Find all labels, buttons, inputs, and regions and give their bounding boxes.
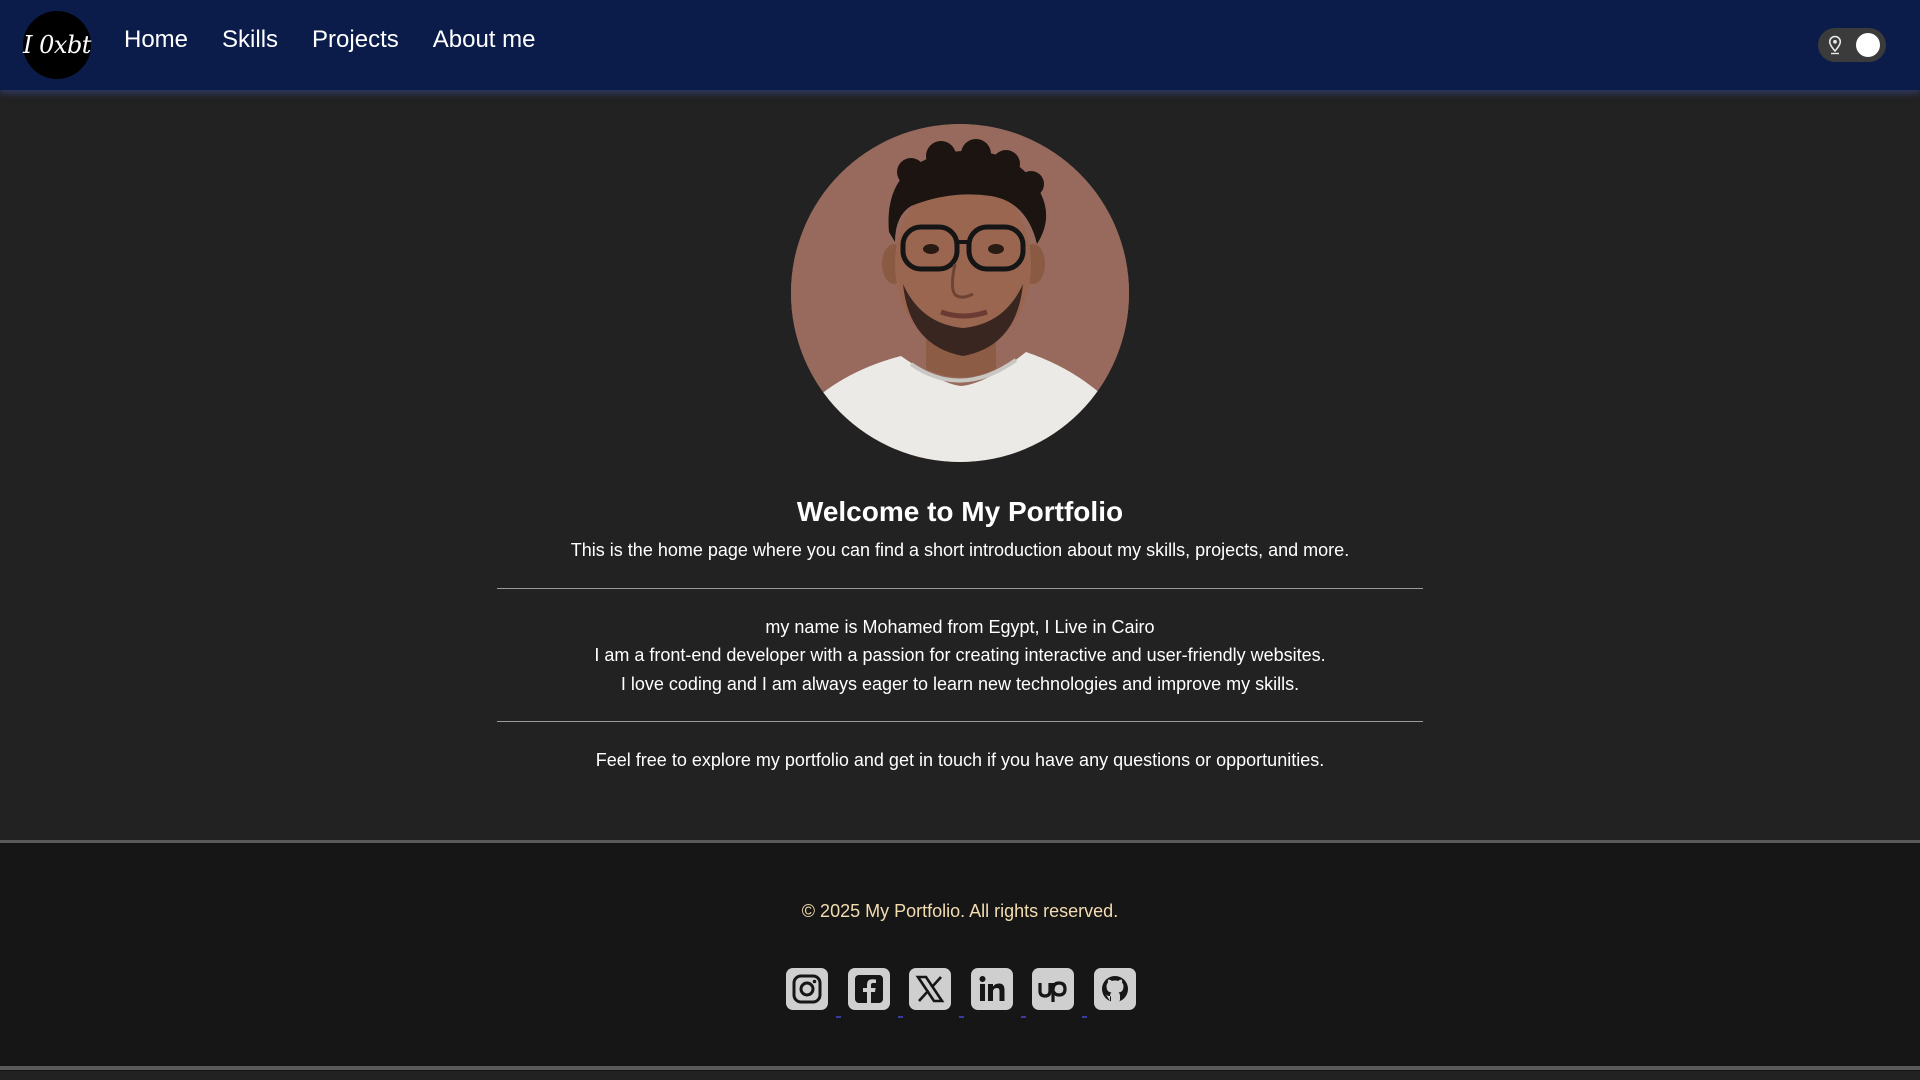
divider-top — [497, 588, 1423, 589]
bio-line-2: I am a front-end developer with a passio… — [594, 645, 1326, 665]
bio-line-3: I love coding and I am always eager to l… — [620, 674, 1300, 694]
site-logo[interactable]: I 0xbt — [23, 11, 91, 79]
facebook-icon[interactable] — [847, 968, 903, 1018]
page-title: Welcome to My Portfolio — [796, 496, 1124, 527]
top-navbar: I 0xbt Home Skills Projects About me — [0, 0, 1920, 90]
nav-projects-link[interactable]: Projects — [312, 26, 399, 54]
nav-home-link[interactable]: Home — [124, 26, 188, 54]
intro-text: This is the home page where you can find… — [570, 540, 1350, 560]
footer-bottom-border — [0, 1066, 1920, 1070]
theme-toggle[interactable] — [1818, 28, 1886, 62]
footer: © 2025 My Portfolio. All rights reserved… — [0, 840, 1920, 1071]
upwork-icon[interactable] — [1032, 968, 1087, 1018]
nav-about-link[interactable]: About me — [433, 26, 536, 54]
social-links — [786, 968, 1155, 1018]
toggle-knob — [1856, 33, 1880, 57]
profile-photo — [791, 124, 1129, 462]
nav-skills-link[interactable]: Skills — [222, 26, 278, 54]
cta-text: Feel free to explore my portfolio and ge… — [595, 750, 1325, 770]
copyright-text: © 2025 My Portfolio. All rights reserved… — [801, 901, 1119, 921]
main-nav: Home Skills Projects About me — [124, 26, 569, 54]
linkedin-icon[interactable] — [970, 968, 1026, 1018]
bio-line-1: my name is Mohamed from Egypt, I Live in… — [765, 617, 1155, 637]
divider-bottom — [497, 721, 1423, 722]
instagram-icon[interactable] — [786, 968, 841, 1018]
pin-icon — [1828, 35, 1842, 55]
x-icon[interactable] — [909, 968, 964, 1018]
github-icon[interactable] — [1093, 968, 1136, 1010]
logo-text: I 0xbt — [23, 31, 91, 59]
